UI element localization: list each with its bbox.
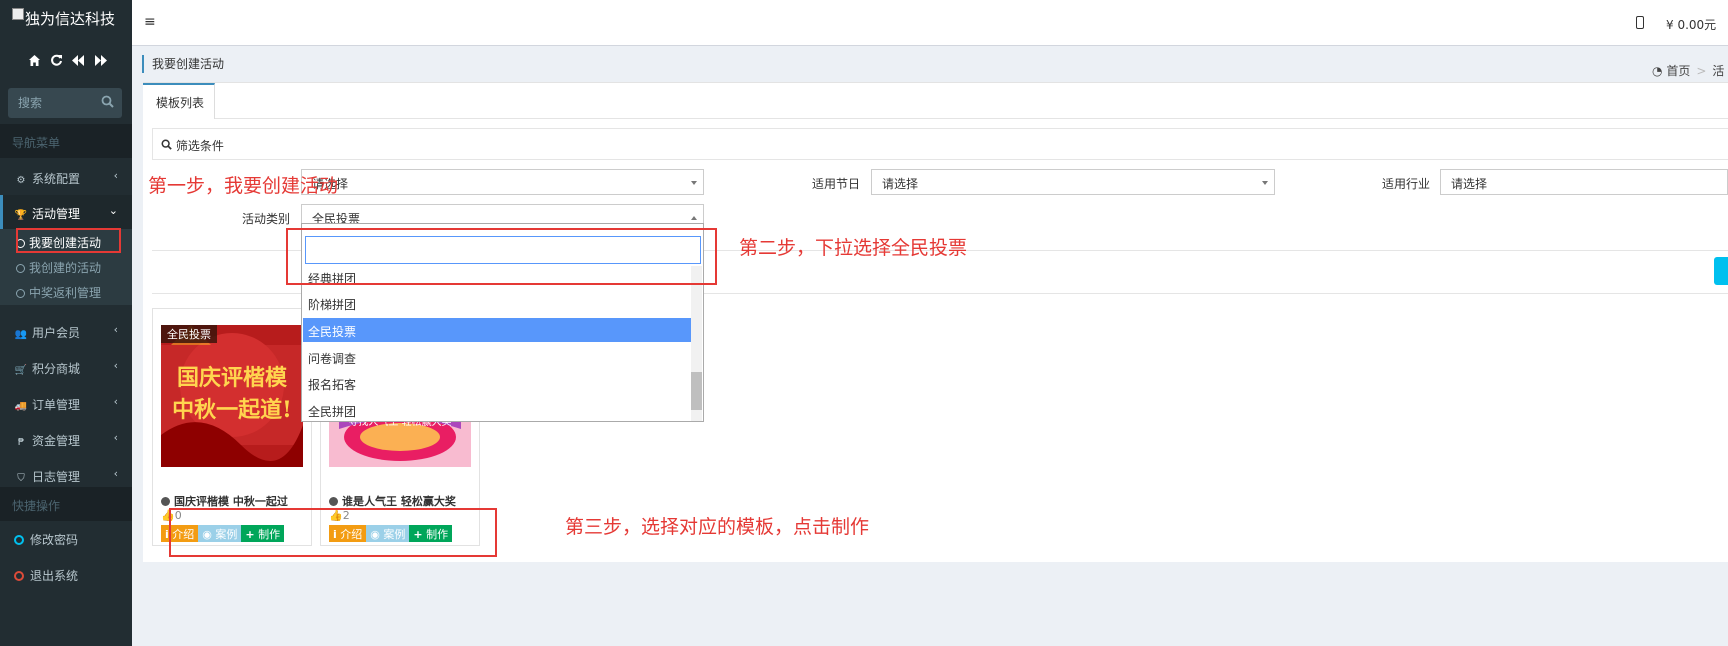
sidebar-item-system-config[interactable]: ⚙ 系统配置 ‹	[0, 160, 132, 194]
filter-title: 筛选条件	[175, 139, 224, 153]
circle-icon	[16, 264, 25, 273]
sidebar-item-activity-management[interactable]: 🏆 活动管理 ⌄	[0, 195, 132, 229]
dropdown-scroll-thumb[interactable]	[691, 372, 702, 410]
bullet-icon	[161, 497, 170, 506]
sidebar-item-label: 活动管理	[32, 207, 81, 221]
change-password-link[interactable]: 修改密码	[14, 531, 128, 551]
cart-icon: 🛒	[14, 365, 28, 376]
dashboard-icon: ◔	[1652, 64, 1663, 78]
holiday-label: 适用节日	[811, 177, 860, 191]
filter-bar: 筛选条件	[152, 128, 1728, 160]
circle-icon	[14, 571, 24, 581]
annotation-step1: 第一步，我要创建活动	[148, 175, 339, 197]
sidebar-item-members[interactable]: 👥 用户会员 ‹	[0, 314, 132, 348]
industry-label: 适用行业	[1381, 177, 1430, 191]
sidebar-search	[8, 88, 122, 118]
broken-image-icon	[12, 8, 24, 20]
top-navbar: ≡ ¥ 0.00元	[132, 0, 1728, 46]
refresh-icon[interactable]	[50, 54, 63, 70]
annotation-step3: 第三步，选择对应的模板，点击制作	[565, 516, 870, 538]
breadcrumb-current[interactable]: 活	[1712, 64, 1724, 78]
gear-icon: ⚙	[16, 175, 26, 186]
activity-type-select[interactable]: 请选择	[301, 169, 704, 195]
select-value: 请选择	[882, 177, 919, 191]
shield-icon: ⛉	[17, 473, 25, 484]
breadcrumb: ◔ 首页 > 活	[1652, 62, 1724, 79]
chevron-left-icon: ‹	[113, 169, 118, 182]
breadcrumb-home[interactable]: 首页	[1666, 64, 1690, 78]
sidebar-quick-icons	[28, 54, 108, 70]
holiday-select[interactable]: 请选择	[871, 169, 1275, 195]
sidebar-item-orders[interactable]: 🚚 订单管理 ‹	[0, 386, 132, 420]
sidebar-item-label: 日志管理	[32, 470, 81, 484]
circle-icon	[16, 289, 25, 298]
annotation-step2: 第二步，下拉选择全民投票	[739, 237, 968, 259]
caret-up-icon	[691, 216, 697, 220]
sub-item-prize-rebate[interactable]: 中奖返利管理	[16, 284, 128, 304]
nav-header: 导航菜单	[0, 124, 132, 158]
quick-header: 快捷操作	[0, 487, 132, 521]
caret-down-icon	[691, 181, 697, 185]
search-icon[interactable]	[101, 95, 114, 108]
start-button[interactable]	[1714, 257, 1728, 285]
logo[interactable]: 独为信达科技	[12, 8, 127, 36]
sidebar-item-label: 积分商城	[32, 362, 81, 376]
annotation-box-step3	[169, 508, 497, 557]
circle-icon	[14, 535, 24, 545]
template-thumbnail[interactable]: 国庆评楷模 中秋一起道!	[161, 325, 303, 467]
sidebar-item-label: 资金管理	[32, 434, 81, 448]
caret-down-icon	[1262, 181, 1268, 185]
svg-text:中秋一起道!: 中秋一起道!	[172, 397, 292, 423]
template-badge: 全民投票	[161, 325, 217, 343]
logo-alt-text: 独为信达科技	[25, 10, 116, 28]
industry-select[interactable]: 请选择	[1440, 169, 1728, 195]
annotation-box-step2	[286, 228, 717, 285]
forward-icon[interactable]	[94, 54, 108, 70]
page-title: 我要创建活动	[142, 55, 224, 73]
chevron-left-icon: ‹	[113, 323, 118, 336]
sub-item-label: 中奖返利管理	[29, 286, 102, 300]
logout-link[interactable]: 退出系统	[14, 567, 128, 587]
chevron-down-icon: ⌄	[108, 204, 118, 217]
sidebar-item-label: 订单管理	[32, 398, 81, 412]
balance-display: ¥ 0.00元	[1666, 18, 1717, 32]
sidebar-item-funds[interactable]: ₱ 资金管理 ‹	[0, 422, 132, 456]
trophy-icon: 🏆	[14, 210, 28, 221]
truck-icon: 🚚	[14, 401, 28, 412]
sidebar-item-points-mall[interactable]: 🛒 积分商城 ‹	[0, 350, 132, 384]
annotation-box-step1	[16, 228, 121, 253]
template-name: 谁是人气王 轻松赢大奖	[329, 493, 474, 509]
dropdown-option[interactable]: 报名拓客	[303, 371, 693, 395]
search-icon	[161, 139, 176, 153]
money-icon: ₱	[17, 437, 25, 448]
dropdown-option[interactable]: 阶梯拼团	[303, 291, 693, 315]
tab-divider	[215, 118, 1728, 119]
home-icon[interactable]	[28, 54, 41, 70]
template-name: 国庆评楷模 中秋一起过	[161, 493, 306, 509]
quick-item-label: 修改密码	[30, 533, 79, 547]
bullet-icon	[329, 497, 338, 506]
backward-icon[interactable]	[71, 54, 85, 70]
sidebar-item-label: 系统配置	[32, 172, 81, 186]
chevron-left-icon: ‹	[113, 467, 118, 480]
breadcrumb-separator: >	[1696, 64, 1707, 78]
tab-template-list[interactable]: 模板列表	[143, 83, 215, 119]
users-icon: 👥	[14, 329, 28, 340]
select-value: 请选择	[1451, 177, 1488, 191]
dropdown-option[interactable]: 全民拼团	[303, 398, 693, 422]
dropdown-option[interactable]: 问卷调查	[303, 345, 693, 369]
svg-text:国庆评楷模: 国庆评楷模	[177, 365, 288, 391]
chevron-left-icon: ‹	[113, 395, 118, 408]
sub-item-label: 我创建的活动	[29, 261, 102, 275]
menu-toggle-icon[interactable]: ≡	[144, 14, 156, 30]
chevron-left-icon: ‹	[113, 359, 118, 372]
category-label: 活动类别	[241, 212, 290, 226]
dropdown-option-selected[interactable]: 全民投票	[303, 318, 693, 342]
sidebar-item-label: 用户会员	[32, 326, 81, 340]
mobile-icon[interactable]	[1636, 16, 1644, 29]
chevron-left-icon: ‹	[113, 431, 118, 444]
search-input[interactable]	[8, 88, 98, 118]
quick-item-label: 退出系统	[30, 569, 79, 583]
sub-item-my-activities[interactable]: 我创建的活动	[16, 259, 128, 279]
